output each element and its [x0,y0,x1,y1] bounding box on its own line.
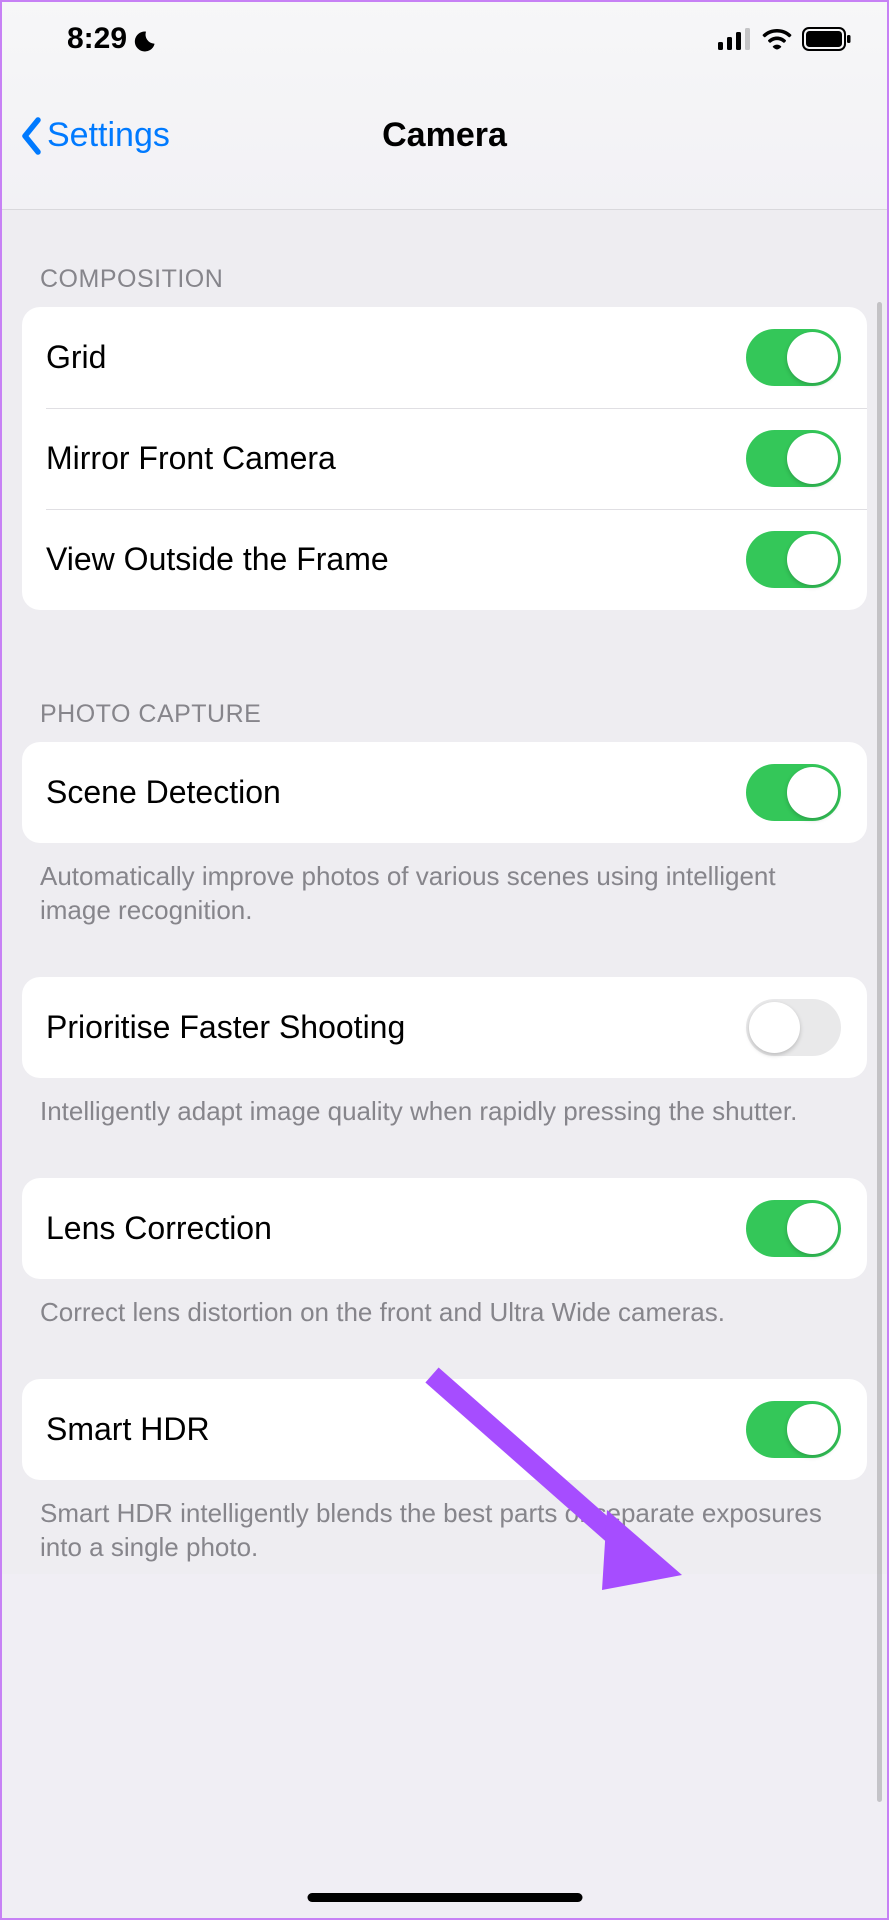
back-label: Settings [47,116,170,155]
back-button[interactable]: Settings [20,116,170,155]
toggle-knob [749,1002,800,1053]
cell-label: Mirror Front Camera [46,440,336,477]
battery-icon [802,27,852,51]
cell-label: View Outside the Frame [46,541,389,578]
cell-label: Scene Detection [46,774,281,811]
wifi-icon [762,28,792,50]
home-indicator[interactable] [307,1893,582,1902]
status-left: 8:29 [67,22,157,56]
section-header-composition: COMPOSITION [2,210,887,307]
toggle-mirror-front-camera[interactable] [746,430,841,487]
toggle-prioritise-faster-shooting[interactable] [746,999,841,1056]
toggle-grid[interactable] [746,329,841,386]
cell-scene-detection: Scene Detection [22,742,867,843]
cell-label: Prioritise Faster Shooting [46,1009,405,1046]
section-footer-scene-detection: Automatically improve photos of various … [2,843,887,937]
cell-group-smart-hdr: Smart HDR [22,1379,867,1480]
section-footer-smart-hdr: Smart HDR intelligently blends the best … [2,1480,887,1574]
cell-group-scene-detection: Scene Detection [22,742,867,843]
toggle-smart-hdr[interactable] [746,1401,841,1458]
focus-moon-icon [133,27,157,51]
nav-bar: Settings Camera [2,62,887,210]
cell-label: Lens Correction [46,1210,272,1247]
cell-lens-correction: Lens Correction [22,1178,867,1279]
cell-view-outside-frame: View Outside the Frame [22,509,867,610]
cell-group-lens-correction: Lens Correction [22,1178,867,1279]
toggle-knob [787,1203,838,1254]
cell-mirror-front-camera: Mirror Front Camera [22,408,867,509]
status-right [718,27,852,51]
cell-smart-hdr: Smart HDR [22,1379,867,1480]
cell-group-prioritise: Prioritise Faster Shooting [22,977,867,1078]
toggle-knob [787,332,838,383]
toggle-knob [787,433,838,484]
toggle-lens-correction[interactable] [746,1200,841,1257]
section-footer-prioritise: Intelligently adapt image quality when r… [2,1078,887,1138]
toggle-knob [787,1404,838,1455]
toggle-scene-detection[interactable] [746,764,841,821]
cellular-signal-icon [718,28,752,50]
chevron-back-icon [20,117,42,155]
cell-prioritise-faster-shooting: Prioritise Faster Shooting [22,977,867,1078]
section-footer-lens-correction: Correct lens distortion on the front and… [2,1279,887,1339]
toggle-knob [787,767,838,818]
scrollbar[interactable] [877,302,882,1802]
cell-label: Grid [46,339,106,376]
status-time: 8:29 [67,22,127,56]
cell-grid: Grid [22,307,867,408]
section-header-photo-capture: PHOTO CAPTURE [2,610,887,742]
cell-group-composition: Grid Mirror Front Camera View Outside th… [22,307,867,610]
cell-label: Smart HDR [46,1411,210,1448]
content: COMPOSITION Grid Mirror Front Camera Vie… [2,210,887,1574]
status-bar: 8:29 [2,2,887,62]
toggle-knob [787,534,838,585]
toggle-view-outside-frame[interactable] [746,531,841,588]
